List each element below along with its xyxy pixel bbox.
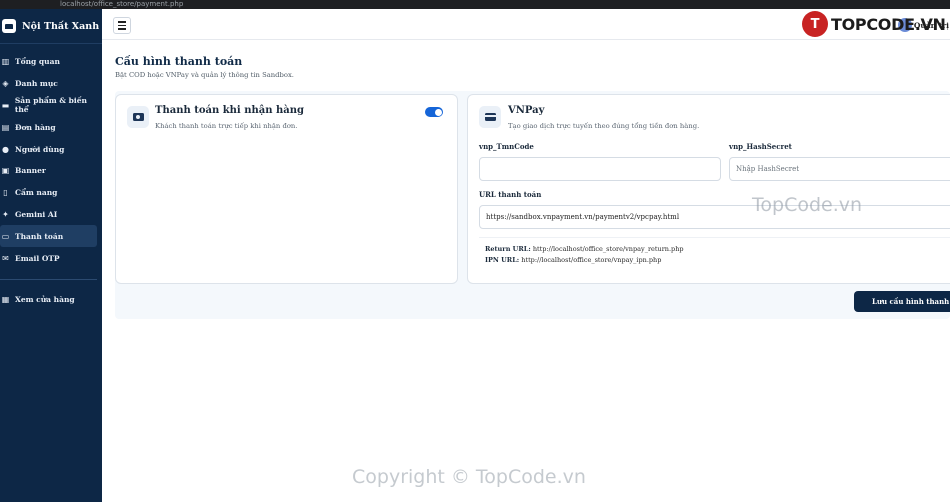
sidebar-item-payment[interactable]: ▭ Thanh toán	[0, 225, 97, 248]
hamburger-line	[118, 24, 126, 27]
ipn-url-row: IPN URL: http://localhost/office_store/v…	[485, 256, 661, 264]
hamburger-icon	[118, 21, 126, 23]
sidebar-item-label: Cẩm nang	[15, 188, 58, 198]
page-subtitle: Bật COD hoặc VNPay và quản lý thông tin …	[115, 71, 294, 79]
sofa-logo-icon	[2, 19, 16, 33]
sidebar-item-label: Thanh toán	[15, 231, 64, 241]
watermark-logo: T TOPCODE.VN	[802, 11, 946, 37]
hash-secret-label: vnp_HashSecret	[729, 142, 792, 151]
hash-secret-input[interactable]: Nhập HashSecret	[729, 157, 950, 181]
watermark-logo-text: TOPCODE.VN	[831, 14, 946, 34]
cod-title: Thanh toán khi nhận hàng	[155, 105, 304, 116]
users-icon: ●	[2, 144, 9, 154]
payment-url-input[interactable]: https://sandbox.vnpayment.vn/paymentv2/v…	[479, 205, 950, 229]
sidebar-item-label: Danh mục	[15, 79, 58, 89]
cash-icon	[127, 106, 149, 128]
sidebar-item-products[interactable]: ▬ Sản phẩm & biến thể	[0, 95, 102, 117]
sidebar-item-view-store[interactable]: ▦ Xem cửa hàng	[0, 289, 102, 311]
couch-icon: ▬	[1, 100, 10, 110]
save-button[interactable]: Lưu cấu hình thanh toán	[854, 291, 950, 312]
sidebar-item-label: Đơn hàng	[15, 122, 56, 132]
vnpay-desc: Tạo giao dịch trực tuyến theo đúng tổng …	[508, 122, 700, 130]
cod-desc: Khách thanh toán trực tiếp khi nhận đơn.	[155, 122, 298, 130]
image-icon: ▣	[1, 166, 10, 176]
callback-urls: Return URL: http://localhost/office_stor…	[479, 237, 950, 274]
sidebar-item-categories[interactable]: ◈ Danh mục	[0, 73, 102, 95]
sidebar-item-label: Gemini AI	[15, 209, 58, 219]
sidebar-item-orders[interactable]: ▤ Đơn hàng	[0, 116, 102, 138]
save-button-label: Lưu cấu hình thanh toán	[872, 297, 950, 306]
credit-card-icon	[479, 106, 501, 128]
sidebar-item-label: Xem cửa hàng	[15, 295, 75, 305]
sidebar-item-label: Email OTP	[15, 253, 60, 263]
envelope-icon: ✉	[2, 253, 9, 263]
sidebar-item-label: Sản phẩm & biến thể	[14, 96, 88, 115]
sidebar-item-label: Người dùng	[15, 144, 65, 154]
layers-icon: ◈	[2, 79, 9, 89]
vnpay-title: VNPay	[508, 105, 545, 116]
payment-url-label: URL thanh toán	[479, 190, 542, 199]
store-icon: ▦	[1, 295, 10, 305]
return-url-label: Return URL:	[485, 245, 531, 253]
page-title: Cấu hình thanh toán	[115, 55, 243, 68]
sidebar-store-section: ▦ Xem cửa hàng	[0, 289, 102, 311]
sidebar-item-users[interactable]: ● Người dùng	[0, 138, 102, 160]
sidebar-item-gemini[interactable]: ✦ Gemini AI	[0, 204, 102, 226]
magic-icon: ✦	[2, 209, 9, 219]
ipn-url-label: IPN URL:	[485, 256, 520, 264]
return-url-value: http://localhost/office_store/vnpay_retu…	[532, 245, 684, 253]
brand-name: Nội Thất Xanh	[22, 20, 100, 32]
bag-icon: ▤	[1, 122, 10, 132]
tmn-code-input[interactable]	[479, 157, 721, 181]
ipn-url-value: http://localhost/office_store/vnpay_ipn.…	[521, 256, 662, 264]
sidebar-item-email-otp[interactable]: ✉ Email OTP	[0, 247, 102, 269]
sidebar-item-dashboard[interactable]: ▥ Tổng quan	[0, 51, 102, 73]
tmn-code-label: vnp_TmnCode	[479, 142, 534, 151]
menu-toggle-button[interactable]	[113, 17, 131, 34]
hamburger-line	[118, 28, 126, 30]
topcode-logo-icon: T	[802, 11, 828, 37]
sidebar-item-label: Tổng quan	[15, 57, 60, 67]
watermark-text: TopCode.vn	[752, 194, 863, 216]
chart-icon: ▥	[1, 57, 10, 67]
sidebar-separator	[0, 279, 97, 280]
brand[interactable]: Nội Thất Xanh	[0, 9, 102, 43]
browser-url[interactable]: localhost/office_store/payment.php	[60, 0, 183, 8]
sidebar-item-label: Banner	[15, 166, 46, 176]
sidebar-item-handbook[interactable]: ▯ Cẩm nang	[0, 182, 102, 204]
card-icon: ▭	[1, 231, 10, 241]
browser-bar: localhost/office_store/payment.php	[0, 0, 950, 9]
sidebar-nav: ▥ Tổng quan ◈ Danh mục ▬ Sản phẩm & biến…	[0, 51, 102, 269]
watermark-copyright: Copyright © TopCode.vn	[352, 466, 586, 488]
return-url-row: Return URL: http://localhost/office_stor…	[485, 245, 684, 253]
cod-toggle[interactable]	[425, 107, 443, 117]
sidebar-divider	[0, 43, 102, 44]
sidebar-item-banner[interactable]: ▣ Banner	[0, 160, 102, 182]
book-icon: ▯	[3, 188, 8, 198]
